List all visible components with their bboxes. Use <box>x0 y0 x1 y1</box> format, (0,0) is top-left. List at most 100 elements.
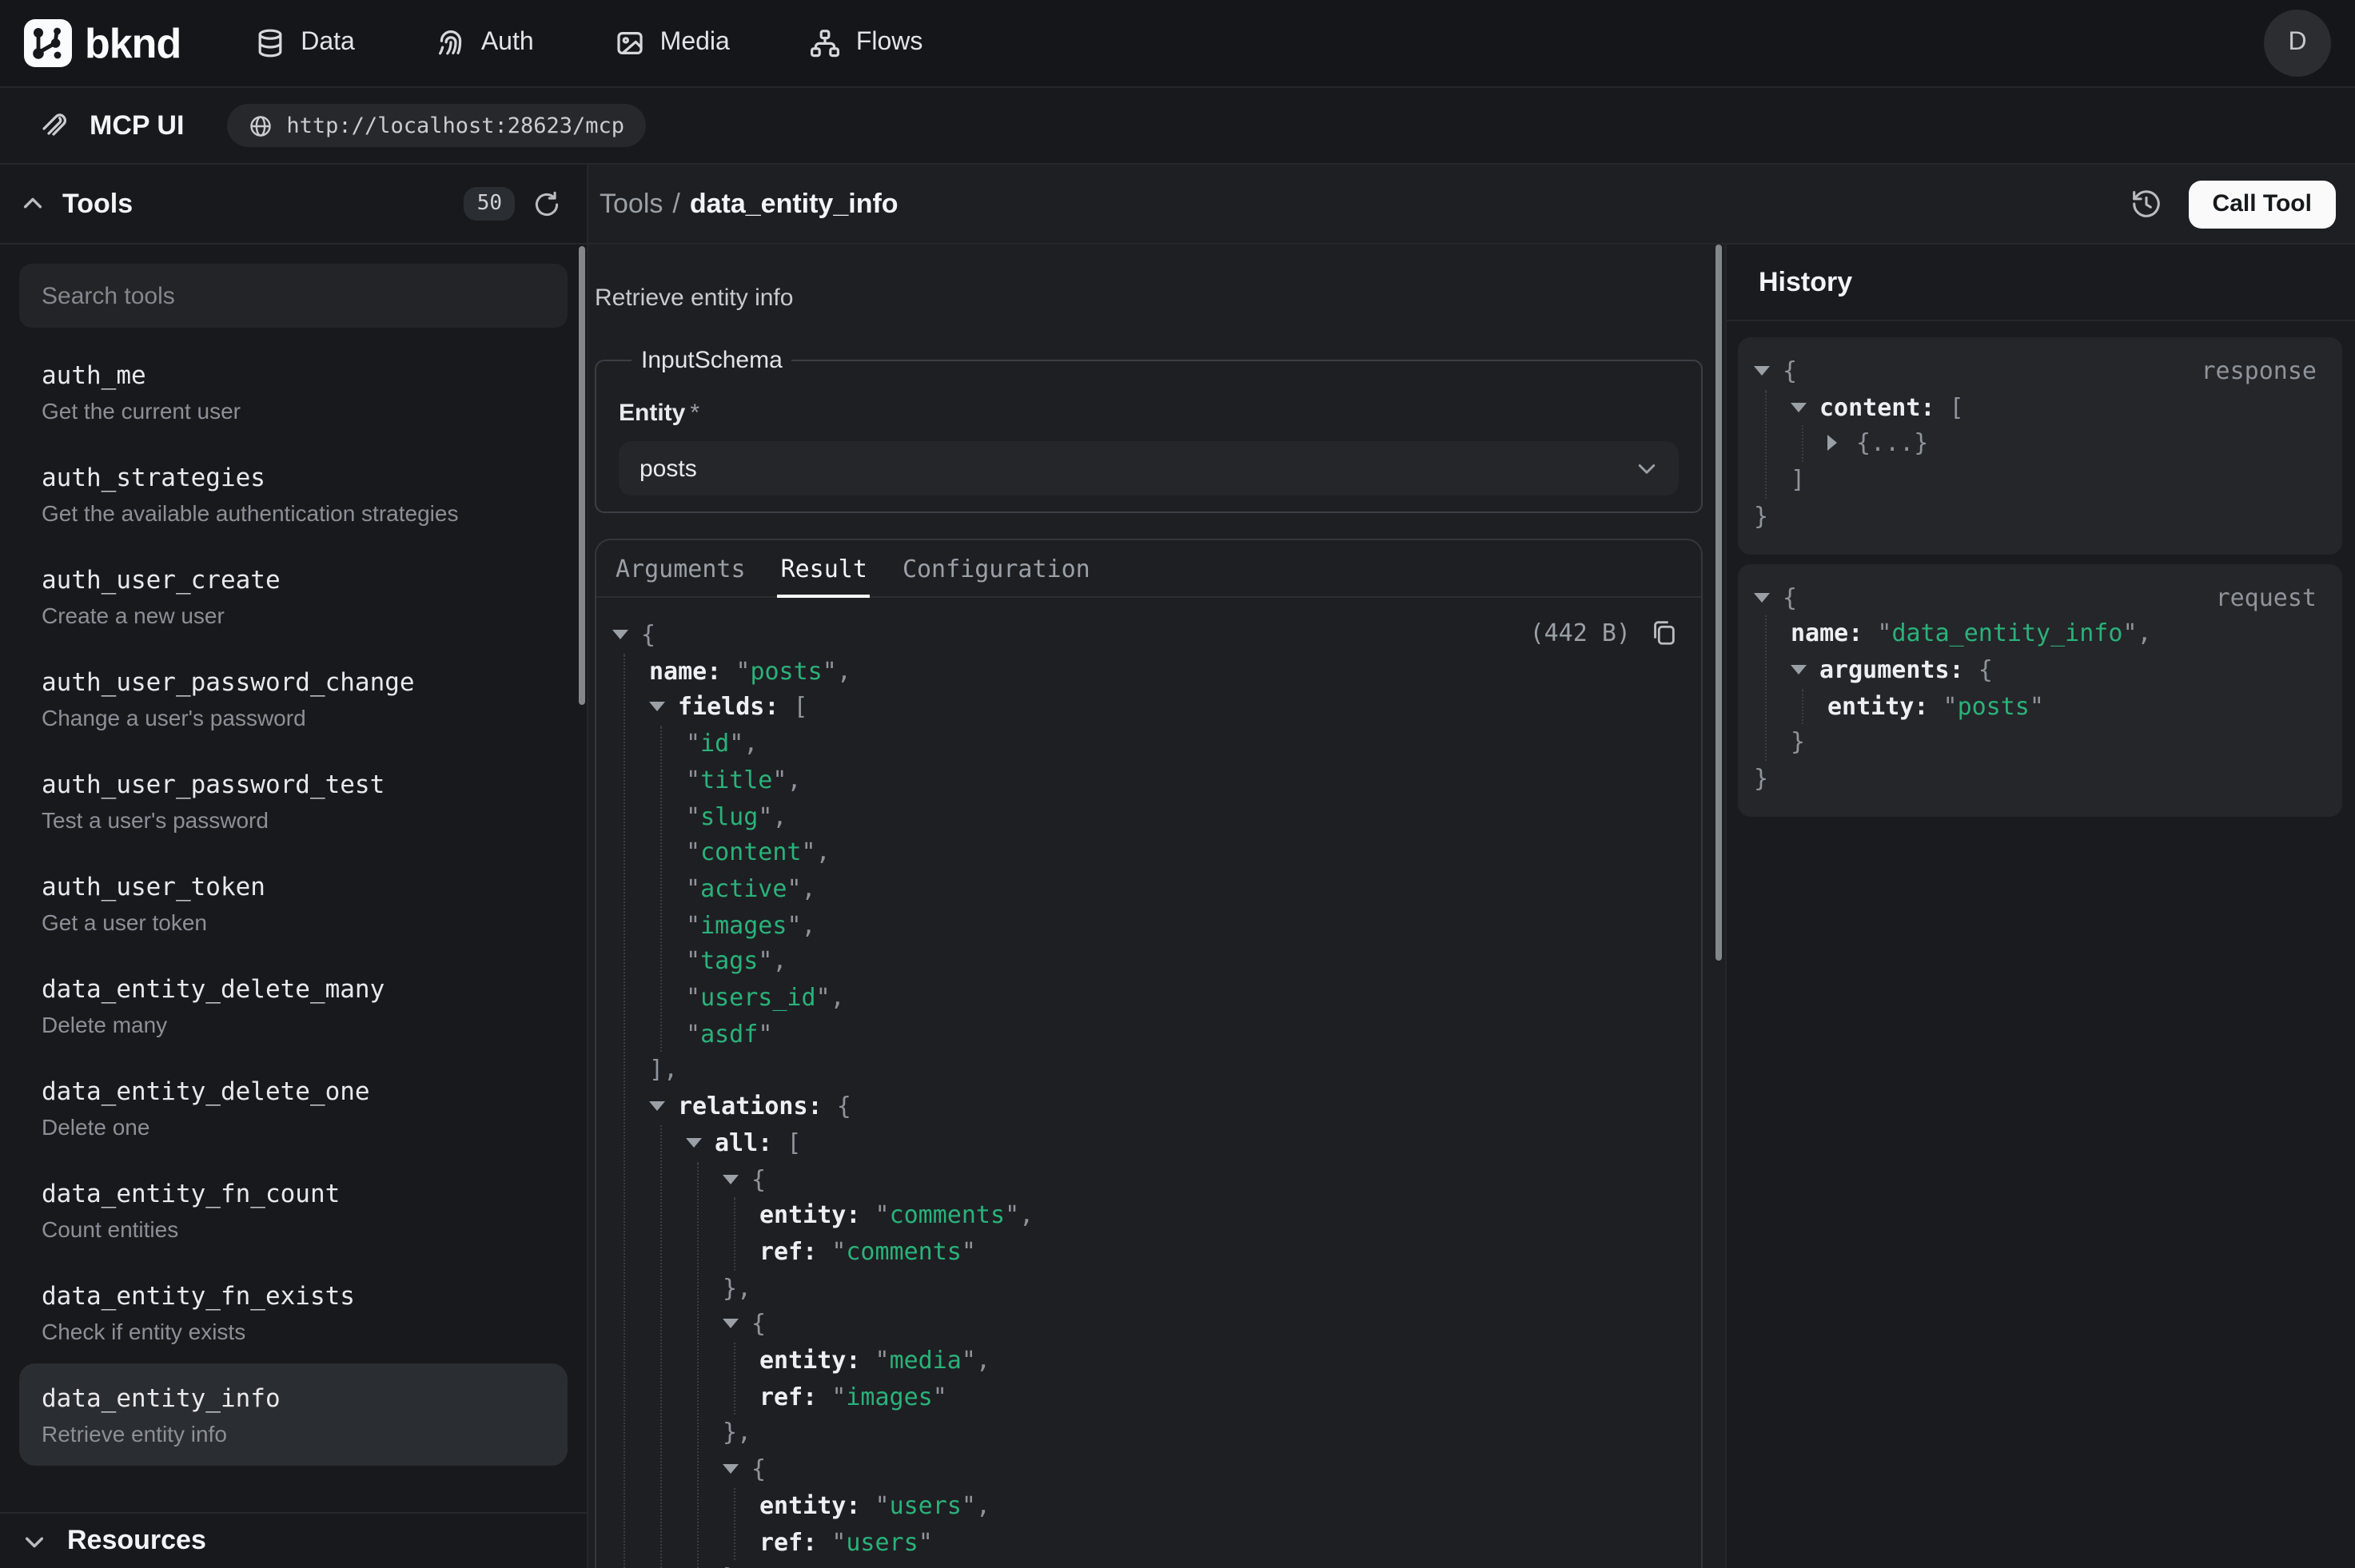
tool-desc: Check if entity exists <box>42 1317 545 1347</box>
tool-desc: Change a user's password <box>42 703 545 734</box>
json-string: images <box>700 910 787 939</box>
sidebar-tool-auth_user_password_test[interactable]: auth_user_password_testTest a user's pas… <box>19 750 568 852</box>
tree-collapse-icon[interactable] <box>1754 579 1783 615</box>
sidebar-tool-auth_strategies[interactable]: auth_strategiesGet the available authent… <box>19 443 568 545</box>
json-string: posts <box>1958 691 2030 720</box>
history-icon[interactable] <box>2130 187 2163 221</box>
copy-icon[interactable] <box>1648 617 1679 647</box>
sidebar-tool-data_entity_fn_count[interactable]: data_entity_fn_countCount entities <box>19 1159 568 1261</box>
json-key: relations: <box>678 1092 823 1120</box>
tree-collapse-icon[interactable] <box>1791 389 1819 425</box>
json-bracket: { <box>1978 655 1993 684</box>
json-bracket: { <box>1783 356 1797 385</box>
json-row: name: "data_entity_info", <box>1791 615 2320 651</box>
breadcrumb-section[interactable]: Tools <box>600 188 663 220</box>
json-row: fields: [ <box>649 690 1679 726</box>
tool-name: auth_user_token <box>42 868 545 906</box>
avatar[interactable]: D <box>2264 10 2331 77</box>
json-children: entity: "users",ref: "users" <box>734 1488 1679 1561</box>
search-input[interactable] <box>19 264 568 328</box>
tree-collapse-icon[interactable] <box>723 1161 751 1197</box>
tree-collapse-icon[interactable] <box>723 1307 751 1343</box>
nav-auth[interactable]: Auth <box>435 27 534 59</box>
sidebar-tool-data_entity_delete_many[interactable]: data_entity_delete_manyDelete many <box>19 954 568 1057</box>
json-children: name: "posts",fields: ["id","title","slu… <box>624 653 1679 1568</box>
json-string: images <box>846 1383 932 1411</box>
mcp-url-chip[interactable]: http://localhost:28623/mcp <box>227 104 645 147</box>
history-entry-response[interactable]: response{content: [{...}]} <box>1738 337 2342 554</box>
tree-collapse-icon[interactable] <box>1754 353 1783 389</box>
sidebar-tool-auth_user_password_change[interactable]: auth_user_password_changeChange a user's… <box>19 647 568 750</box>
json-quote: " <box>962 1491 976 1520</box>
tab-arguments[interactable]: Arguments <box>616 540 746 596</box>
json-string: users <box>846 1527 918 1556</box>
json-row: arguments: { <box>1791 652 2320 688</box>
nav-flows[interactable]: Flows <box>810 27 923 59</box>
json-row: { <box>612 617 1679 653</box>
json-key: arguments: <box>1819 655 1964 684</box>
history-entry-request[interactable]: request{name: "data_entity_info",argumen… <box>1738 563 2342 816</box>
json-string: active <box>700 874 787 903</box>
tree-collapse-icon[interactable] <box>723 1451 751 1487</box>
refresh-icon[interactable] <box>532 189 561 218</box>
json-row: ref: "images" <box>759 1379 1679 1415</box>
nav-media[interactable]: Media <box>614 27 730 59</box>
sidebar-section-resources[interactable]: Resources <box>0 1512 587 1568</box>
entity-select-value: posts <box>640 455 697 482</box>
sidebar-tool-data_entity_info[interactable]: data_entity_infoRetrieve entity info <box>19 1363 568 1466</box>
json-row: "active", <box>686 871 1679 907</box>
json-comma: , <box>743 729 758 758</box>
json-row: "id", <box>686 726 1679 762</box>
json-key: entity: <box>759 1346 860 1375</box>
json-quote: " <box>875 1201 890 1230</box>
json-comma: , <box>772 802 787 830</box>
json-quote: " <box>758 947 772 976</box>
tree-collapse-icon[interactable] <box>649 690 678 726</box>
json-quote: " <box>918 1527 933 1556</box>
tab-result[interactable]: Result <box>781 540 867 596</box>
fingerprint-icon <box>435 27 467 59</box>
tool-detail-pane: Retrieve entity info InputSchema Entity*… <box>588 245 1725 1568</box>
nav-data[interactable]: Data <box>254 27 355 59</box>
json-row: {...} <box>1827 426 2320 462</box>
tab-configuration[interactable]: Configuration <box>903 540 1090 596</box>
tools-header[interactable]: Tools 50 <box>0 165 587 245</box>
sidebar-scrollbar-thumb[interactable] <box>579 246 585 705</box>
sidebar-tool-auth_user_token[interactable]: auth_user_tokenGet a user token <box>19 852 568 954</box>
sidebar-tool-data_entity_delete_one[interactable]: data_entity_delete_oneDelete one <box>19 1057 568 1159</box>
mcp-bar: MCP UI http://localhost:28623/mcp <box>0 88 2355 165</box>
json-comma: , <box>802 874 816 903</box>
json-quote: " <box>1943 691 1958 720</box>
tree-collapse-icon[interactable] <box>1791 652 1819 688</box>
input-schema-legend: InputSchema <box>632 347 792 374</box>
json-key: ref: <box>759 1237 817 1266</box>
json-row: ref: "users" <box>759 1524 1679 1560</box>
json-string: users <box>890 1491 962 1520</box>
sidebar-tool-data_entity_fn_exists[interactable]: data_entity_fn_existsCheck if entity exi… <box>19 1261 568 1363</box>
sidebar-tool-auth_user_create[interactable]: auth_user_createCreate a new user <box>19 545 568 647</box>
nav-label: Data <box>301 29 355 58</box>
tree-collapse-icon[interactable] <box>649 1088 678 1124</box>
call-tool-button[interactable]: Call Tool <box>2189 180 2336 228</box>
json-string: comments <box>846 1237 962 1266</box>
json-children: content: [{...}] <box>1765 389 2320 498</box>
json-bracket: } <box>1791 728 1805 757</box>
json-bracket: [ <box>1950 392 1964 421</box>
tree-collapse-icon[interactable] <box>612 617 641 653</box>
json-row: ] <box>1791 462 2320 498</box>
json-quote: " <box>875 1346 890 1375</box>
json-string: tags <box>700 947 758 976</box>
json-quote: " <box>831 1383 846 1411</box>
tool-name: data_entity_info <box>42 1379 545 1418</box>
chevron-up-icon[interactable] <box>21 192 45 216</box>
entity-select[interactable]: posts <box>619 441 1679 495</box>
tree-expand-icon[interactable] <box>1827 426 1856 462</box>
json-row: "asdf" <box>686 1016 1679 1052</box>
tree-collapse-icon[interactable] <box>686 1125 715 1161</box>
sidebar-tool-auth_me[interactable]: auth_meGet the current user <box>19 340 568 443</box>
json-string: content <box>700 838 801 866</box>
json-string: media <box>890 1346 962 1375</box>
json-bracket: }, <box>723 1273 751 1302</box>
brand[interactable]: bknd <box>24 18 181 68</box>
main-scrollbar-thumb[interactable] <box>1715 245 1722 961</box>
